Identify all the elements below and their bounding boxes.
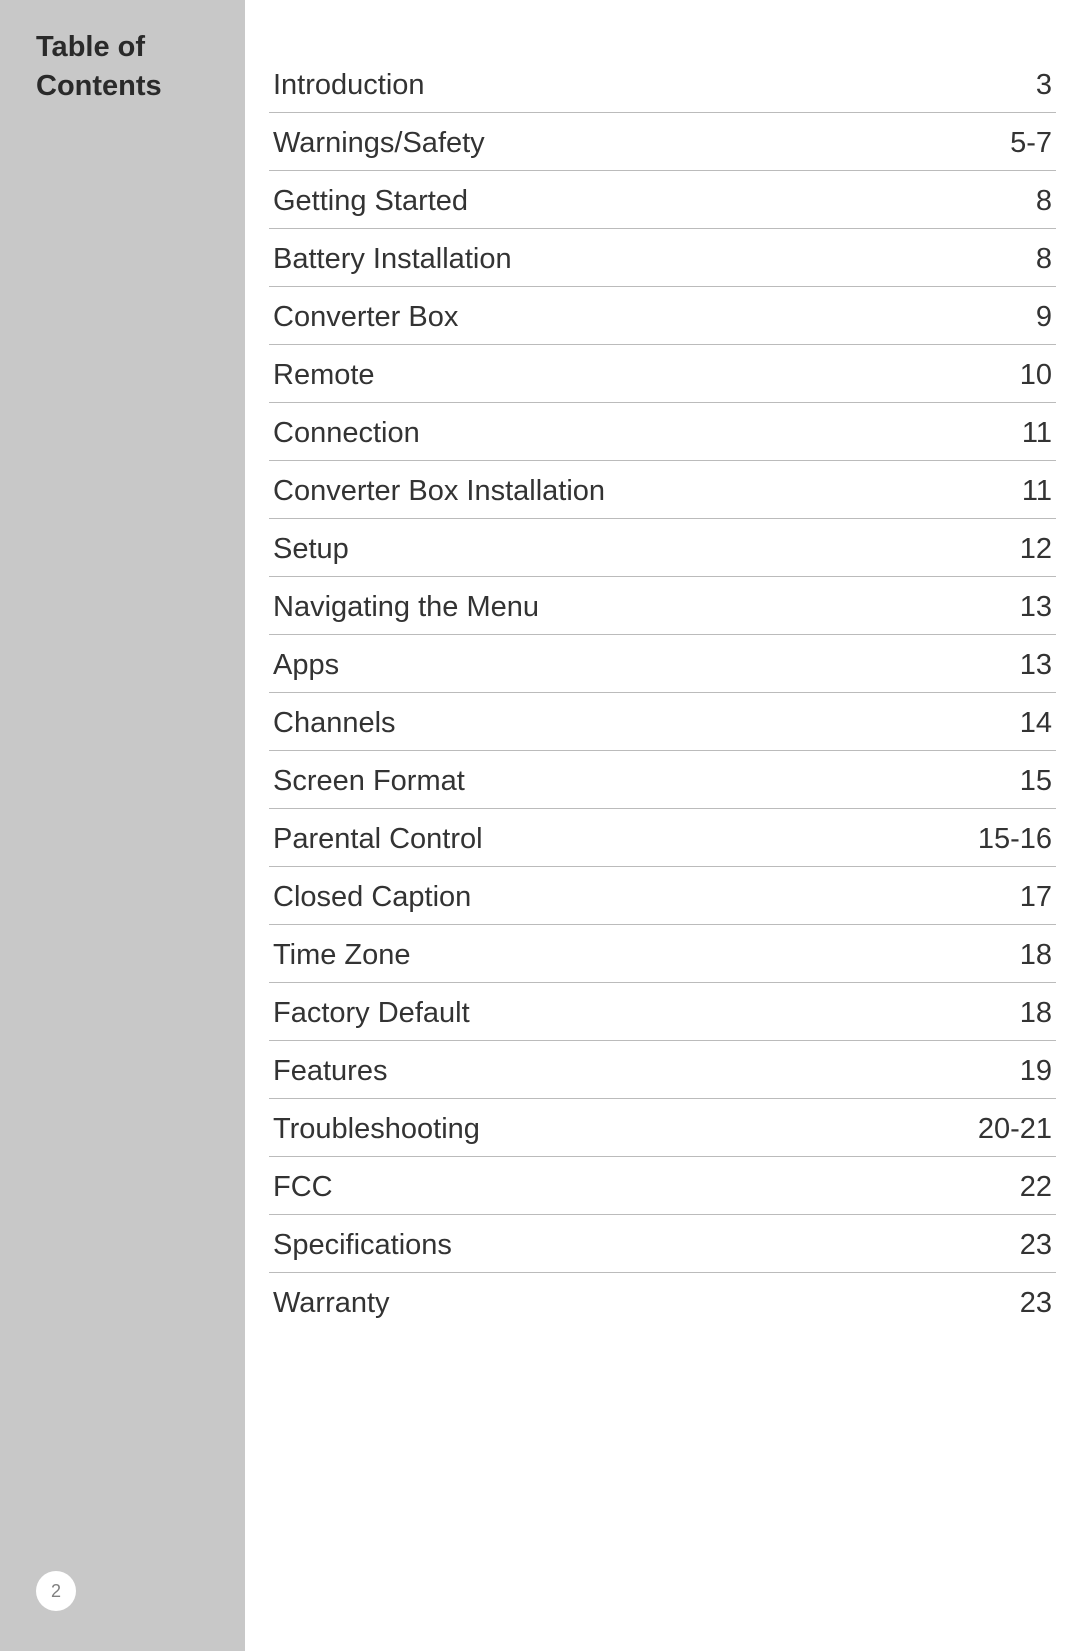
- toc-row: Setup 12: [269, 519, 1056, 577]
- toc-heading: Table of Contents: [36, 28, 245, 106]
- toc-label: Navigating the Menu: [273, 591, 539, 624]
- toc-label: Remote: [273, 359, 375, 392]
- toc-label: Features: [273, 1055, 387, 1088]
- toc-list: Introduction 3 Warnings/Safety 5-7 Getti…: [245, 0, 1080, 1651]
- toc-label: Screen Format: [273, 765, 465, 798]
- toc-page: 20-21: [978, 1113, 1052, 1146]
- toc-row: Closed Caption 17: [269, 867, 1056, 925]
- toc-page: 17: [1020, 881, 1052, 914]
- toc-row: Channels 14: [269, 693, 1056, 751]
- toc-page: 3: [1036, 69, 1052, 102]
- toc-row: Specifications 23: [269, 1215, 1056, 1273]
- toc-label: Channels: [273, 707, 396, 740]
- toc-row: Navigating the Menu 13: [269, 577, 1056, 635]
- toc-label: Factory Default: [273, 997, 470, 1030]
- toc-label: Troubleshooting: [273, 1113, 480, 1146]
- toc-row: Apps 13: [269, 635, 1056, 693]
- sidebar: Table of Contents 2: [0, 0, 245, 1651]
- toc-page: 14: [1020, 707, 1052, 740]
- toc-page: 18: [1020, 939, 1052, 972]
- toc-row: FCC 22: [269, 1157, 1056, 1215]
- toc-page: 12: [1020, 533, 1052, 566]
- toc-row: Screen Format 15: [269, 751, 1056, 809]
- toc-label: Getting Started: [273, 185, 468, 218]
- toc-page: 13: [1020, 649, 1052, 682]
- toc-page: 11: [1022, 417, 1052, 450]
- toc-page: 22: [1020, 1171, 1052, 1204]
- toc-label: Connection: [273, 417, 420, 450]
- toc-label: Warnings/Safety: [273, 127, 485, 160]
- toc-row: Getting Started 8: [269, 171, 1056, 229]
- toc-row: Remote 10: [269, 345, 1056, 403]
- toc-row: Warnings/Safety 5-7: [269, 113, 1056, 171]
- toc-label: Parental Control: [273, 823, 483, 856]
- toc-label: Apps: [273, 649, 339, 682]
- toc-page: 8: [1036, 185, 1052, 218]
- toc-row: Battery Installation 8: [269, 229, 1056, 287]
- toc-label: Introduction: [273, 69, 425, 102]
- toc-row: Introduction 3: [269, 55, 1056, 113]
- toc-row: Troubleshooting 20-21: [269, 1099, 1056, 1157]
- toc-page: 23: [1020, 1229, 1052, 1262]
- toc-label: Time Zone: [273, 939, 411, 972]
- toc-row: Connection 11: [269, 403, 1056, 461]
- toc-label: Battery Installation: [273, 243, 512, 276]
- toc-page: 19: [1020, 1055, 1052, 1088]
- toc-label: FCC: [273, 1171, 333, 1204]
- toc-page: 8: [1036, 243, 1052, 276]
- toc-page: 5-7: [1010, 127, 1052, 160]
- toc-page: 9: [1036, 301, 1052, 334]
- toc-page: 11: [1022, 475, 1052, 508]
- toc-heading-line2: Contents: [36, 67, 245, 106]
- toc-page: 15: [1020, 765, 1052, 798]
- toc-row: Warranty 23: [269, 1273, 1056, 1330]
- toc-row: Converter Box Installation 11: [269, 461, 1056, 519]
- toc-page: 13: [1020, 591, 1052, 624]
- toc-page: 15-16: [978, 823, 1052, 856]
- toc-row: Converter Box 9: [269, 287, 1056, 345]
- toc-label: Converter Box Installation: [273, 475, 605, 508]
- toc-heading-line1: Table of: [36, 28, 245, 67]
- toc-row: Factory Default 18: [269, 983, 1056, 1041]
- page-number: 2: [51, 1581, 61, 1602]
- toc-page: 10: [1020, 359, 1052, 392]
- toc-page: 23: [1020, 1287, 1052, 1320]
- toc-row: Time Zone 18: [269, 925, 1056, 983]
- toc-label: Warranty: [273, 1287, 390, 1320]
- page-number-badge: 2: [36, 1571, 76, 1611]
- toc-label: Converter Box: [273, 301, 458, 334]
- toc-label: Setup: [273, 533, 349, 566]
- toc-label: Closed Caption: [273, 881, 471, 914]
- toc-label: Specifications: [273, 1229, 452, 1262]
- toc-row: Features 19: [269, 1041, 1056, 1099]
- toc-row: Parental Control 15-16: [269, 809, 1056, 867]
- toc-page: 18: [1020, 997, 1052, 1030]
